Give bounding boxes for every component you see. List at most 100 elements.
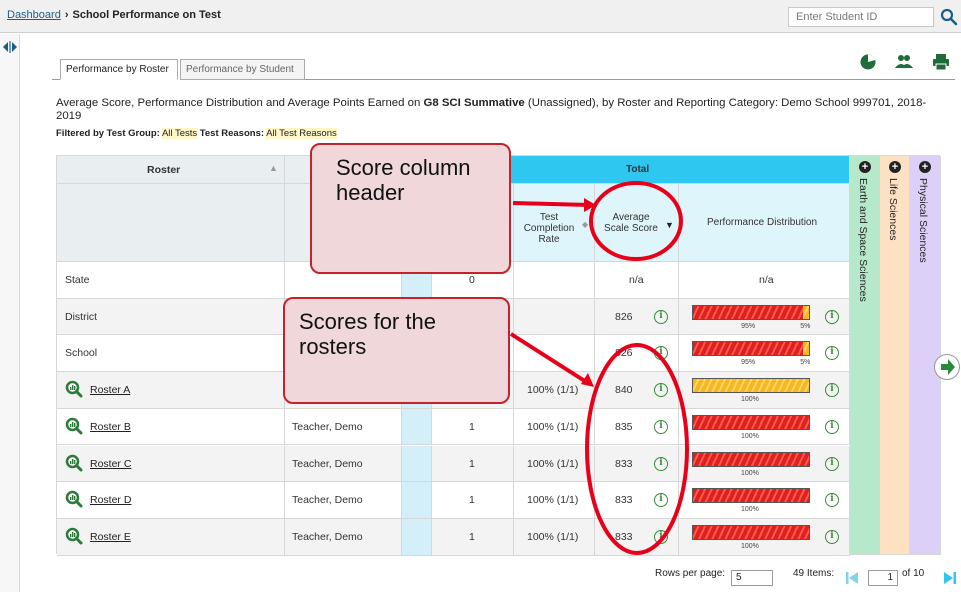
roster-report-icon[interactable] (65, 417, 83, 435)
page-title: School Performance on Test (72, 9, 221, 21)
average-scale-score: 833 (615, 457, 633, 470)
breadcrumb: Dashboard › School Performance on Test (7, 9, 221, 21)
teacher-name: Teacher, Demo (292, 420, 363, 433)
distribution-segment-below (693, 415, 809, 429)
distribution-percent-label: 5% (800, 322, 811, 330)
next-page-icon[interactable] (943, 570, 957, 586)
blue-spacer-cell (402, 408, 432, 446)
distribution-info-icon[interactable]: i (825, 383, 839, 398)
student-count: 1 (469, 457, 475, 470)
roster-link[interactable]: Roster E (90, 531, 131, 543)
table-row-roster-cell[interactable]: Roster B (57, 408, 285, 446)
tab-performance-by-student[interactable]: Performance by Student (180, 59, 305, 80)
distribution-header-label: Performance Distribution (707, 217, 818, 228)
roster-header-label: Roster (147, 164, 181, 176)
table-row-teacher-cell: Teacher, Demo (285, 408, 402, 446)
distribution-info-icon[interactable]: i (825, 456, 839, 471)
expand-plus-icon[interactable]: + (889, 161, 901, 173)
table-row-completion-cell (514, 335, 595, 373)
table-row-roster-cell[interactable]: Roster C (57, 445, 285, 483)
table-row-score-cell: 826 i (595, 298, 679, 336)
performance-distribution-bar (692, 524, 810, 540)
distribution-info-icon[interactable]: i (825, 529, 839, 544)
description-prefix: Average Score, Performance Distribution … (56, 97, 424, 109)
expand-plus-icon[interactable]: + (919, 161, 931, 173)
page-number-input[interactable]: 1 (868, 570, 898, 586)
average-scale-score: n/a (629, 274, 644, 286)
blue-spacer-cell (402, 482, 432, 519)
table-row-score-cell: 835 i (595, 408, 679, 446)
distribution-percent-label: 100% (741, 432, 759, 440)
callout-score-header-text: Score column header (336, 155, 471, 205)
filter-label-test-reasons: Test Reasons: (199, 128, 265, 139)
breadcrumb-dashboard-link[interactable]: Dashboard (7, 9, 61, 21)
search-icon[interactable] (939, 6, 959, 28)
category-column-life-sciences[interactable]: + Life Sciences (880, 156, 910, 555)
roster-link[interactable]: Roster C (90, 458, 131, 470)
table-row-distribution-cell: 100% i (679, 372, 850, 409)
table-row-distribution-cell: 95% 5% i (679, 335, 850, 373)
average-scale-score-header[interactable]: Average Scale Score ▼ (595, 184, 679, 262)
roster-report-icon[interactable] (65, 490, 83, 508)
score-info-icon[interactable]: i (654, 383, 668, 398)
roster-report-icon[interactable] (65, 454, 83, 472)
roster-name: School (65, 347, 98, 360)
table-row-score-cell: 833 i (595, 518, 679, 556)
table-row-roster-cell: State (57, 262, 285, 299)
filter-value-test-group: All Tests (161, 128, 198, 139)
table-row-roster-cell[interactable]: Roster D (57, 482, 285, 519)
performance-distribution-bar (692, 414, 810, 430)
completion-header-label: Test Completion Rate (523, 212, 575, 245)
roster-header-sub (57, 184, 285, 262)
table-row-score-cell: n/a (595, 262, 679, 299)
average-scale-score: 840 (615, 384, 633, 397)
roster-link[interactable]: Roster D (90, 494, 131, 506)
table-row-teacher-cell: Teacher, Demo (285, 445, 402, 483)
completion-sort-icon[interactable]: ◆ (582, 220, 588, 229)
completion-rate: 100% (1/1) (527, 530, 579, 543)
score-info-icon[interactable]: i (654, 419, 668, 434)
distribution-info-icon[interactable]: i (825, 419, 839, 434)
student-id-search-input[interactable] (788, 7, 934, 27)
roster-report-icon[interactable] (65, 380, 83, 398)
page-total: of 10 (902, 568, 925, 579)
expand-plus-icon[interactable]: + (859, 161, 871, 173)
distribution-info-icon[interactable]: i (825, 493, 839, 508)
distribution-info-icon[interactable]: i (825, 309, 839, 324)
table-row-roster-cell: School (57, 335, 285, 373)
score-sort-icon[interactable]: ▼ (665, 220, 674, 230)
completion-rate-header[interactable]: Test Completion Rate ◆ (514, 184, 595, 262)
tab-performance-by-roster[interactable]: Performance by Roster (60, 59, 178, 80)
callout-score-column-header: Score column header (310, 143, 511, 274)
roster-report-icon[interactable] (65, 527, 83, 545)
test-name: G8 SCI Summative (423, 97, 525, 109)
users-icon[interactable] (894, 52, 914, 72)
performance-distribution-header: Performance Distribution (679, 184, 850, 262)
roster-link[interactable]: Roster B (90, 421, 131, 433)
table-row-roster-cell[interactable]: Roster E (57, 518, 285, 556)
table-row-count-cell: 1 (432, 518, 514, 556)
items-count: 49 Items: (793, 568, 835, 579)
pie-chart-icon[interactable] (858, 52, 878, 72)
rows-per-page-input[interactable]: 5 (731, 570, 773, 586)
score-info-icon[interactable]: i (654, 456, 668, 471)
category-label-life-sciences: Life Sciences (887, 178, 899, 241)
score-info-icon[interactable]: i (654, 346, 668, 361)
distribution-percent-label: 5% (800, 359, 811, 367)
teacher-name: Teacher, Demo (292, 530, 363, 543)
distribution-percent-label: 95% (741, 322, 756, 330)
score-info-icon[interactable]: i (654, 493, 668, 508)
roster-link[interactable]: Roster A (90, 384, 130, 396)
sort-icon[interactable]: ▲ (269, 163, 278, 173)
score-info-icon[interactable]: i (654, 309, 668, 324)
expand-collapse-icon[interactable] (3, 41, 17, 53)
distribution-info-icon[interactable]: i (825, 346, 839, 361)
print-icon[interactable] (931, 52, 951, 72)
roster-column-header[interactable]: Roster ▲ (57, 156, 285, 184)
table-row-distribution-cell: n/a (679, 262, 850, 299)
score-info-icon[interactable]: i (654, 529, 668, 544)
table-row-roster-cell[interactable]: Roster A (57, 372, 285, 409)
scroll-right-arrow-icon[interactable] (933, 353, 961, 381)
category-column-earth-space[interactable]: + Earth and Space Sciences (850, 156, 880, 555)
previous-page-icon[interactable] (845, 570, 859, 586)
